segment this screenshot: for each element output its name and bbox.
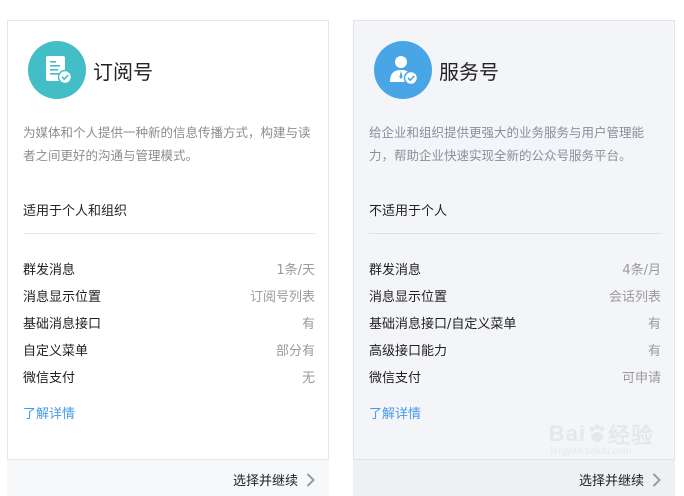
select-continue-button[interactable]: 选择并继续: [579, 470, 661, 489]
chevron-right-icon: [306, 472, 315, 487]
learn-more-link[interactable]: 了解详情: [369, 403, 421, 422]
watermark-text: Bai: [548, 421, 586, 446]
card-applicability: 适用于个人和组织: [23, 201, 315, 234]
card-footer: 选择并继续: [353, 459, 675, 496]
select-continue-button[interactable]: 选择并继续: [233, 470, 315, 489]
feature-row: 基础消息接口/自定义菜单 有: [369, 309, 661, 336]
feature-name: 高级接口能力: [369, 344, 448, 359]
user-badge-icon: [374, 41, 432, 99]
feature-list: 群发消息 1条/天 消息显示位置 订阅号列表 基础消息接口 有 自定义菜单 部分有 微信…: [23, 255, 315, 390]
subscription-account-card: 订阅号 为媒体和个人提供一种新的信息传播方式，构建与读者之间更好的沟通与管理模式…: [7, 20, 329, 496]
paw-icon: [589, 424, 605, 442]
feature-name: 自定义菜单: [23, 344, 89, 359]
feature-value: 有: [647, 344, 661, 359]
feature-value: 有: [301, 317, 315, 332]
feature-row: 消息显示位置 会话列表: [369, 282, 661, 309]
feature-value: 无: [301, 371, 315, 386]
feature-name: 微信支付: [369, 371, 422, 386]
watermark-url: jingyan.baidu.com: [550, 446, 632, 457]
feature-row: 基础消息接口 有: [23, 309, 315, 336]
select-continue-label: 选择并继续: [232, 474, 298, 489]
card-header: 服务号: [374, 41, 499, 99]
feature-value: 订阅号列表: [249, 290, 315, 305]
feature-value: 可申请: [621, 371, 661, 386]
feature-name: 消息显示位置: [369, 290, 448, 305]
feature-row: 群发消息 1条/天: [23, 255, 315, 282]
feature-value: 有: [647, 317, 661, 332]
feature-list: 群发消息 4条/月 消息显示位置 会话列表 基础消息接口/自定义菜单有 高级接口能力…: [369, 255, 661, 390]
feature-name: 群发消息: [369, 263, 422, 278]
card-title: 订阅号: [93, 59, 153, 84]
feature-value: 部分有: [275, 344, 315, 359]
feature-row: 微信支付 无: [23, 363, 315, 390]
document-check-icon: [28, 41, 86, 99]
card-header: 订阅号: [28, 41, 153, 99]
feature-value: 4条/月: [622, 263, 661, 278]
select-continue-label: 选择并继续: [578, 474, 644, 489]
card-footer: 选择并继续: [7, 459, 329, 496]
feature-name: 基础消息接口/自定义菜单: [369, 317, 517, 332]
card-applicability: 不适用于个人: [369, 201, 661, 234]
feature-row: 群发消息 4条/月: [369, 255, 661, 282]
feature-row: 高级接口能力 有: [369, 336, 661, 363]
baidu-jingyan-watermark: Bai 经验 jingyan.baidu.com: [548, 418, 654, 457]
feature-value: 1条/天: [276, 263, 315, 278]
card-title: 服务号: [439, 59, 499, 84]
feature-name: 微信支付: [23, 371, 76, 386]
feature-name: 基础消息接口: [23, 317, 102, 332]
card-description: 给企业和组织提供更强大的业务服务与用户管理能力，帮助企业快速实现全新的公众号服务…: [369, 125, 645, 163]
feature-name: 消息显示位置: [23, 290, 102, 305]
feature-row: 消息显示位置 订阅号列表: [23, 282, 315, 309]
learn-more-link[interactable]: 了解详情: [23, 403, 75, 422]
feature-name: 群发消息: [23, 263, 76, 278]
chevron-right-icon: [652, 472, 661, 487]
feature-row: 自定义菜单 部分有: [23, 336, 315, 363]
feature-value: 会话列表: [608, 290, 661, 305]
feature-row: 微信支付 可申请: [369, 363, 661, 390]
card-description: 为媒体和个人提供一种新的信息传播方式，构建与读者之间更好的沟通与管理模式。: [23, 125, 311, 163]
